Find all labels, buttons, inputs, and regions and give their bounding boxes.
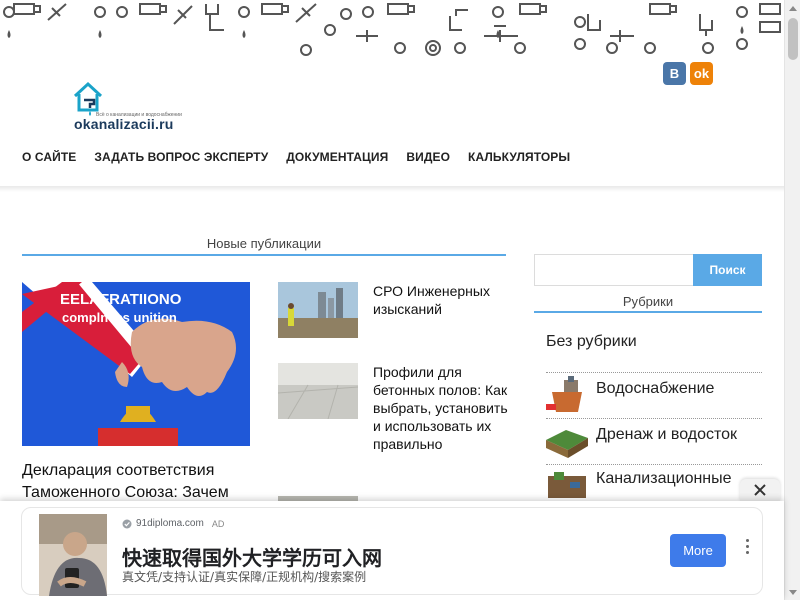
water-supply-icon [546,376,582,412]
ad-image[interactable] [39,514,107,596]
ad-more-button[interactable]: More [670,534,726,567]
featured-image-text-1: EELAFRATIIONO [60,291,182,308]
nav-item-documentation[interactable]: ДОКУМЕНТАЦИЯ [286,150,388,164]
close-icon [754,484,766,496]
ad-badge: AD [211,518,225,529]
featured-image-text-2: complness unition [62,310,177,325]
eu-map-image: EELAFRATIIONO complness unition [22,282,250,446]
post-title[interactable]: СРО Инженерных изысканий [373,282,513,318]
rubrics-title: Рубрики [622,294,674,309]
logo-text: okanalizacii.ru [74,116,174,132]
nav-item-about[interactable]: О САЙТЕ [22,150,76,164]
ad-card[interactable]: 91diploma.com AD 快速取得国外大学学历可入网 真文凭/支持认证/… [21,507,763,596]
site-logo[interactable]: Всё о канализации и водоснабжении okanal… [72,80,202,134]
category-label: Водоснабжение [596,380,715,397]
nav-item-calculators[interactable]: КАЛЬКУЛЯТОРЫ [468,150,570,164]
section-title: Новые публикации [206,236,322,251]
section-divider [22,254,506,256]
rubrics-divider [534,311,762,313]
person-phone-image [39,514,107,596]
category-drainage[interactable]: Дренаж и водосток [546,420,762,464]
vk-social-button[interactable]: В [663,62,686,85]
nav-item-video[interactable]: ВИДЕО [406,150,450,164]
ad-headline[interactable]: 快速取得国外大学学历可入网 [122,542,382,571]
ad-close-button[interactable] [740,479,780,501]
ad-banner: 91diploma.com AD 快速取得国外大学学历可入网 真文凭/支持认证/… [0,501,784,600]
scroll-down-arrow-icon[interactable] [785,584,800,600]
category-label: Дренаж и водосток [596,426,738,443]
page-scrollbar[interactable] [784,0,800,600]
ad-domain-row: 91diploma.com AD [122,518,224,529]
post-thumbnail[interactable] [278,282,358,338]
ok-social-button[interactable]: ok [690,62,713,85]
category-label: Без рубрики [546,333,637,350]
scroll-up-arrow-icon[interactable] [785,0,800,16]
ad-domain[interactable]: 91diploma.com [136,518,204,529]
concrete-floor-image [278,363,358,419]
main-navigation: О САЙТЕ ЗАДАТЬ ВОПРОС ЭКСПЕРТУ ДОКУМЕНТА… [22,150,588,164]
nav-divider [0,186,784,192]
survey-photo-image [278,282,358,338]
scrollbar-thumb[interactable] [788,18,798,60]
plumbing-pattern-icon [3,3,781,56]
category-no-rubric[interactable]: Без рубрики [546,333,762,351]
nav-item-ask-expert[interactable]: ЗАДАТЬ ВОПРОС ЭКСПЕРТУ [94,150,268,164]
category-divider [546,418,762,419]
featured-post-title[interactable]: Декларация соответствия Таможенного Союз… [22,460,262,504]
category-water-supply[interactable]: Водоснабжение [546,374,762,418]
more-options-icon[interactable] [742,539,752,563]
category-divider [546,372,762,373]
verified-badge-icon [122,519,132,528]
header-pattern-strip [0,0,784,62]
post-thumbnail[interactable] [278,363,358,419]
ad-description: 真文凭/支持认证/真实保障/正规机构/搜索案例 [122,570,367,584]
category-divider [546,464,762,465]
post-title[interactable]: Профили для бетонных полов: Как выбрать,… [373,363,513,453]
search-input[interactable] [534,254,694,286]
category-label: Канализационные [596,470,732,487]
search-button[interactable]: Поиск [693,254,762,286]
featured-post-image[interactable]: EELAFRATIIONO complness unition [22,282,250,446]
house-faucet-icon [73,81,103,116]
sewer-icon [548,472,586,498]
category-sewer[interactable]: Канализационные [546,466,762,500]
drainage-icon [546,430,588,458]
